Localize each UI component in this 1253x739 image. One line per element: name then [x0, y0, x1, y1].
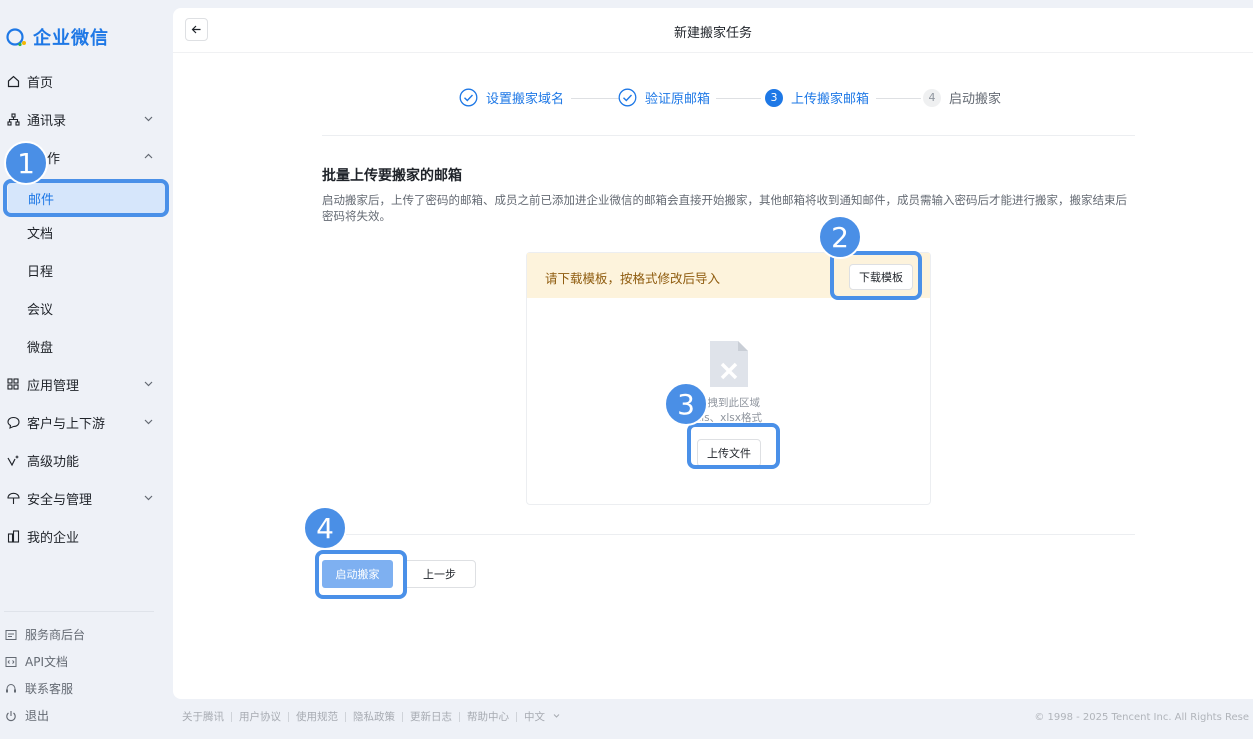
step-number-badge: 4: [923, 88, 941, 107]
step-2: 验证原邮箱: [618, 88, 710, 107]
sidebar-item-support[interactable]: 联系客服: [5, 680, 73, 697]
sidebar-bottom-label: 联系客服: [25, 682, 74, 696]
sidebar-item-customers[interactable]: 客户与上下游: [0, 405, 164, 439]
sidebar-divider: [4, 611, 154, 612]
section-divider: [322, 534, 1135, 535]
annotation-badge-1: 1: [4, 141, 48, 185]
sidebar-subitem-docs[interactable]: 文档: [27, 215, 53, 249]
footer-link-privacy[interactable]: 隐私政策: [353, 709, 395, 724]
api-doc-icon: [5, 656, 17, 667]
chevron-down-icon: [143, 113, 154, 128]
sidebar-item-home[interactable]: 首页: [0, 64, 164, 98]
sidebar-item-label: 应用管理: [27, 378, 80, 394]
highlight-box-start: [315, 550, 407, 599]
sidebar: 企业微信 首页 通讯录 作 邮件 文档 日程 会议 微盘 应用管理 客户与上下游…: [0, 0, 172, 739]
drop-hint[interactable]: 拖拽到此区域 xls、xlsx格式: [527, 396, 930, 426]
sidebar-item-label: 客户与上下游: [27, 416, 106, 432]
chevron-up-icon: [143, 151, 154, 166]
power-icon: [6, 710, 16, 721]
step-4: 4 启动搬家: [923, 88, 1001, 107]
sidebar-item-provider-admin[interactable]: 服务商后台: [5, 626, 85, 643]
logo[interactable]: 企业微信: [5, 24, 109, 50]
step-1: 设置搬家域名: [459, 88, 564, 107]
step-number-badge: 3: [765, 88, 783, 107]
language-label: 中文: [524, 711, 545, 723]
sidebar-item-app-management[interactable]: 应用管理: [0, 367, 164, 401]
step-connector: [571, 98, 619, 99]
footer-link-changelog[interactable]: 更新日志: [410, 709, 452, 724]
copyright: © 1998 - 2025 Tencent Inc. All Rights Re…: [1034, 712, 1249, 723]
sparkle-icon: [6, 453, 20, 467]
notice-text: 请下载模板，按格式修改后导入: [545, 271, 721, 286]
sidebar-item-security[interactable]: 安全与管理: [0, 481, 164, 515]
sidebar-bottom-label: 退出: [25, 709, 50, 723]
chevron-down-icon: [143, 378, 154, 393]
chat-bubble-icon: [6, 415, 20, 429]
sidebar-bottom-label: 服务商后台: [25, 628, 86, 642]
sidebar-item-label: 我的企业: [27, 530, 80, 546]
org-chart-icon: [6, 112, 20, 126]
sidebar-item-my-company[interactable]: 我的企业: [0, 519, 164, 553]
grid-icon: [6, 377, 20, 391]
excel-file-icon: [710, 341, 748, 391]
footer-link-agreement[interactable]: 用户协议: [239, 709, 281, 724]
logo-text: 企业微信: [33, 28, 109, 49]
dashboard-icon: [5, 629, 17, 640]
drop-hint-line1: 拖拽到此区域: [697, 397, 760, 409]
step-label: 启动搬家: [949, 92, 1002, 107]
step-connector: [876, 98, 921, 99]
umbrella-icon: [6, 491, 20, 505]
annotation-badge-4: 4: [303, 506, 347, 550]
step-connector: [716, 98, 761, 99]
sidebar-bottom-label: API文档: [25, 655, 68, 669]
sidebar-item-label: 首页: [27, 75, 54, 91]
chevron-down-icon: [143, 492, 154, 507]
footer-links: 关于腾讯 用户协议 使用规范 隐私政策 更新日志 帮助中心 中文: [182, 709, 561, 724]
sidebar-item-api-docs[interactable]: API文档: [5, 653, 68, 670]
sidebar-item-label: 通讯录: [27, 113, 67, 129]
sidebar-subitem-meeting[interactable]: 会议: [27, 291, 53, 325]
home-icon: [6, 74, 20, 88]
language-selector[interactable]: 中文: [524, 709, 561, 724]
sidebar-item-advanced[interactable]: 高级功能: [0, 443, 164, 477]
sidebar-item-logout[interactable]: 退出: [5, 707, 49, 724]
sidebar-subitem-drive[interactable]: 微盘: [27, 329, 53, 363]
chevron-down-icon: [553, 714, 560, 718]
sidebar-item-label: 安全与管理: [27, 492, 93, 508]
footer-link-help[interactable]: 帮助中心: [467, 709, 509, 724]
sidebar-item-label: 作: [47, 151, 61, 167]
footer-link-about[interactable]: 关于腾讯: [182, 709, 224, 724]
step-label: 设置搬家域名: [486, 92, 565, 107]
chevron-down-icon: [143, 416, 154, 431]
previous-step-button[interactable]: 上一步: [403, 560, 476, 588]
step-label: 验证原邮箱: [645, 92, 711, 107]
building-icon: [6, 529, 20, 543]
footer-link-rules[interactable]: 使用规范: [296, 709, 338, 724]
annotation-badge-3: 3: [664, 382, 708, 426]
wecom-logo-icon: [6, 28, 26, 47]
highlight-box-upload: [687, 423, 780, 469]
headset-icon: [6, 683, 16, 692]
annotation-badge-2: 2: [818, 215, 862, 259]
step-3: 3 上传搬家邮箱: [765, 88, 869, 107]
header-divider: [173, 52, 1253, 53]
page-title: 新建搬家任务: [673, 26, 752, 41]
section-title: 批量上传要搬家的邮箱: [322, 168, 462, 184]
sidebar-subitem-calendar[interactable]: 日程: [27, 253, 53, 287]
sidebar-item-label: 高级功能: [27, 454, 80, 470]
sidebar-item-contacts[interactable]: 通讯录: [0, 102, 164, 136]
check-circle-icon: [618, 88, 637, 107]
section-divider: [322, 135, 1135, 136]
section-description: 启动搬家后，上传了密码的邮箱、成员之前已添加进企业微信的邮箱会直接开始搬家，其他…: [322, 193, 1127, 223]
check-circle-icon: [459, 88, 478, 107]
step-label: 上传搬家邮箱: [791, 92, 870, 107]
